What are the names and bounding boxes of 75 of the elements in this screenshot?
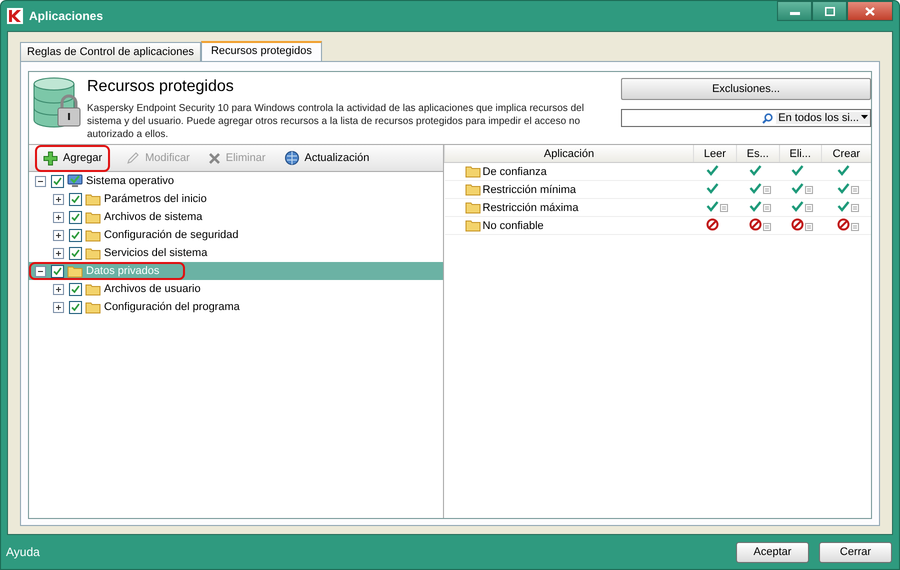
checkbox[interactable] — [51, 264, 64, 278]
folder-icon — [85, 210, 101, 224]
checkbox[interactable] — [69, 300, 82, 314]
tree-label: Archivos de usuario — [104, 283, 201, 295]
exclusions-button[interactable]: Exclusiones... — [621, 78, 871, 100]
folder-icon — [85, 246, 101, 260]
cross-icon — [208, 152, 221, 164]
column-header[interactable]: Leer — [694, 145, 736, 162]
column-header[interactable]: Eli... — [779, 145, 822, 162]
folder-icon — [464, 219, 480, 232]
expand-icon[interactable] — [53, 194, 64, 204]
close-button[interactable] — [847, 1, 893, 21]
maximize-button[interactable] — [812, 1, 847, 21]
expand-icon[interactable] — [53, 284, 64, 294]
group-name: De confianza — [482, 166, 547, 178]
column-header[interactable]: Crear — [821, 145, 871, 162]
checkbox[interactable] — [69, 228, 82, 242]
collapse-icon[interactable] — [35, 266, 46, 276]
checkbox[interactable] — [51, 174, 64, 188]
group-name: Restricción máxima — [482, 202, 578, 214]
tab[interactable]: Reglas de Control de aplicaciones — [20, 42, 201, 61]
scope-dropdown[interactable]: En todos los si... — [776, 112, 870, 124]
folder-icon — [85, 192, 101, 206]
folder-icon — [85, 282, 101, 296]
tree-item[interactable]: Parámetros del inicio — [29, 190, 443, 208]
checkbox[interactable] — [69, 246, 82, 260]
tree-label: Configuración del programa — [104, 301, 240, 313]
checkbox[interactable] — [69, 192, 82, 206]
dialog-button[interactable]: Cerrar — [819, 542, 892, 562]
minimize-button[interactable] — [777, 1, 812, 21]
tree-label: Servicios del sistema — [104, 247, 208, 259]
checkbox[interactable] — [69, 282, 82, 296]
tree-label: Archivos de sistema — [104, 211, 202, 223]
tree-item[interactable]: Configuración de seguridad — [29, 226, 443, 244]
description: Kaspersky Endpoint Security 10 para Windows controla la actividad de las aplicaciones que implica recursos del sistema y del usuario. Puede agregar otros recursos a la lista de recursos protegidos para impedir el acceso no autorizado a ellos. — [87, 102, 585, 141]
search-field[interactable]: En todos los si... — [621, 109, 871, 127]
dialog-button[interactable]: Aceptar — [736, 542, 809, 562]
folder-icon — [464, 201, 480, 214]
expand-icon[interactable] — [53, 212, 64, 222]
app-logo-icon — [7, 8, 23, 24]
folder-icon — [464, 165, 480, 178]
expand-icon[interactable] — [53, 248, 64, 258]
folder-icon — [67, 264, 83, 278]
column-header[interactable]: Es... — [736, 145, 780, 162]
column-header[interactable]: Aplicación — [444, 145, 694, 162]
plus-icon — [43, 150, 58, 166]
group-name: No confiable — [482, 220, 544, 232]
folder-icon — [464, 183, 480, 196]
checkbox[interactable] — [69, 210, 82, 224]
toolbar-button[interactable]: Actualización — [282, 148, 372, 168]
collapse-icon[interactable] — [35, 176, 46, 186]
tab[interactable]: Recursos protegidos — [200, 41, 322, 61]
tree-item[interactable]: Servicios del sistema — [29, 244, 443, 262]
tree-label: Parámetros del inicio — [104, 193, 207, 205]
tree-item[interactable]: Archivos de sistema — [29, 208, 443, 226]
tree-label: Datos privados — [86, 265, 160, 277]
window-title: Aplicaciones — [29, 9, 104, 23]
pencil-icon — [126, 151, 140, 165]
expand-icon[interactable] — [53, 302, 64, 312]
monitor-icon — [67, 174, 83, 188]
search-icon — [762, 112, 774, 124]
close-icon — [865, 6, 875, 16]
expand-icon[interactable] — [53, 230, 64, 240]
tree-item[interactable]: Archivos de usuario — [29, 280, 443, 298]
tree-label: Sistema operativo — [86, 175, 174, 187]
folder-icon — [85, 228, 101, 242]
folder-icon — [85, 300, 101, 314]
tree-item[interactable]: Configuración del programa — [29, 298, 443, 316]
maximize-icon — [824, 6, 834, 16]
tree-label: Configuración de seguridad — [104, 229, 239, 241]
section-title: Recursos protegidos — [87, 78, 235, 96]
toolbar-button[interactable]: Agregar — [35, 144, 110, 172]
group-name: Restricción mínima — [482, 184, 576, 196]
tree-item[interactable]: Sistema operativo — [29, 172, 443, 190]
globe-icon — [284, 150, 300, 166]
